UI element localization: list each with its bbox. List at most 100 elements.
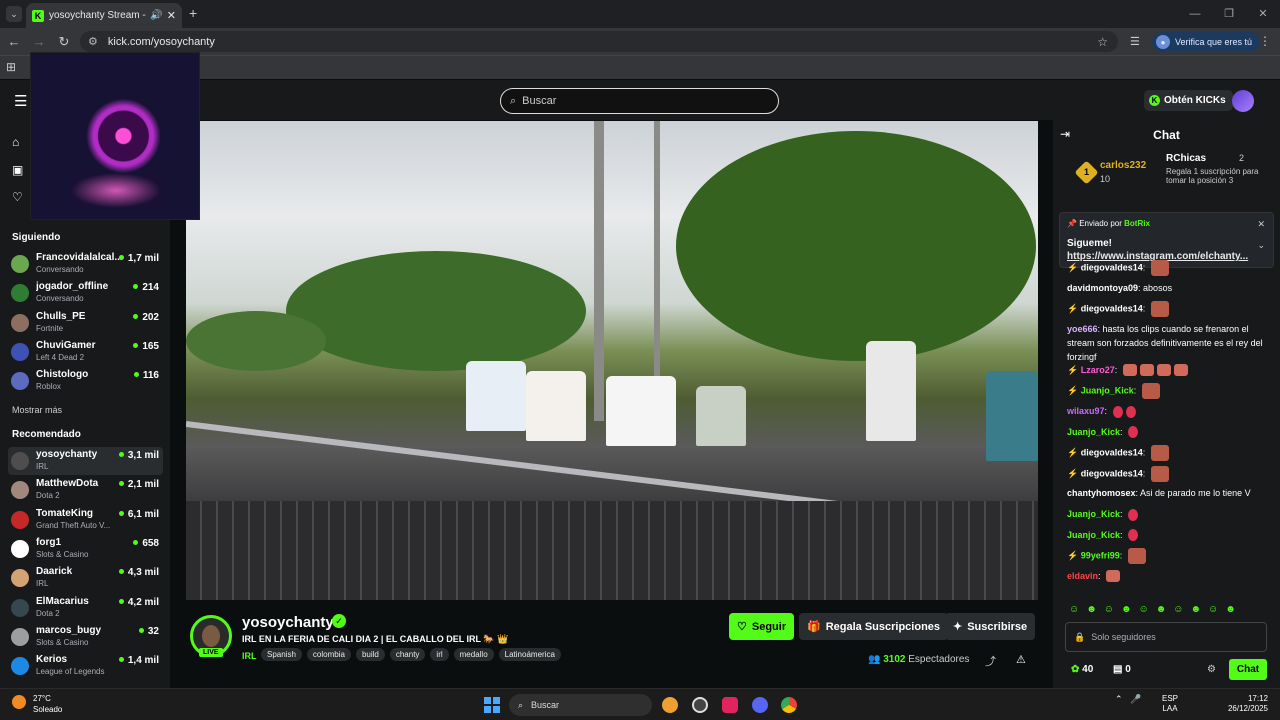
sidebar-channel-tomateking[interactable]: TomateKing Grand Theft Auto V... 6,1 mil (8, 506, 163, 534)
emote-icon[interactable]: ☻ (1190, 604, 1201, 615)
emote-icon[interactable]: ☻ (1156, 604, 1167, 615)
window-close-icon[interactable]: ✕ (1246, 0, 1280, 28)
chat-settings-icon[interactable]: ⚙ (1207, 664, 1216, 675)
stream-tag[interactable]: chanty (389, 648, 426, 661)
chat-username[interactable]: Lzaro27 (1081, 365, 1115, 375)
chat-username[interactable]: eldavin (1067, 571, 1098, 581)
chat-username[interactable]: 99yefri99 (1081, 551, 1120, 561)
sidebar-channel-yosoychanty[interactable]: yosoychanty IRL 3,1 mil (8, 447, 163, 475)
menu-hamburger-icon[interactable]: ☰ (14, 92, 27, 110)
chat-username[interactable]: davidmontoya09 (1067, 283, 1138, 293)
send-chat-button[interactable]: Chat (1229, 659, 1267, 680)
restore-icon[interactable]: ❐ (1212, 0, 1246, 28)
input-language[interactable]: ESP LAA (1162, 694, 1178, 714)
leader-username[interactable]: carlos232 (1100, 160, 1146, 171)
chat-username[interactable]: chantyhomosex (1067, 488, 1136, 498)
sidebar-channel-elmacarius[interactable]: ElMacarius Dota 2 4,2 mil (8, 594, 163, 622)
sidebar-channel-marcos-bugy[interactable]: marcos_bugy Slots & Casino 32 (8, 623, 163, 651)
tab-search-icon[interactable]: ⌄ (6, 6, 22, 22)
sidebar-channel-forg1[interactable]: forg1 Slots & Casino 658 (8, 535, 163, 563)
reading-list-icon[interactable]: ☰ (1130, 35, 1140, 48)
stream-tag[interactable]: Latinoámerica (498, 648, 561, 661)
audio-playing-icon[interactable]: 🔊 (150, 10, 162, 21)
expand-chevron-icon[interactable]: ⌄ (1257, 240, 1265, 251)
chrome-app-icon[interactable] (781, 697, 797, 713)
github-app-icon[interactable] (692, 697, 708, 713)
chat-username[interactable]: diegovaldes14 (1081, 262, 1143, 272)
bookmark-star-icon[interactable]: ☆ (1097, 35, 1108, 49)
emote-icon[interactable]: ☻ (1086, 604, 1097, 615)
emote-icon[interactable]: ☺ (1139, 604, 1149, 615)
sidebar-channel-chistologo[interactable]: Chistologo Roblox 116 (8, 367, 163, 395)
stream-tag[interactable]: build (355, 648, 385, 661)
sidebar-channel-francovidalalcal-[interactable]: Francovidalalcal... Conversando 1,7 mil (8, 250, 163, 278)
chat-username[interactable]: Juanjo_Kick (1067, 509, 1120, 519)
get-kicks-button[interactable]: K Obtén KICKs (1144, 90, 1233, 111)
follow-button[interactable]: ♡ Seguir (729, 613, 795, 640)
gifter-username[interactable]: RChicas (1166, 153, 1206, 164)
channel-points[interactable]: ✿ 40 (1071, 664, 1093, 675)
forward-icon[interactable]: → (28, 34, 50, 49)
chat-username[interactable]: wilaxu97 (1067, 406, 1105, 416)
browser-menu-icon[interactable]: ⋮ (1259, 34, 1271, 48)
tray-chevron-icon[interactable]: ⌃ 🎤 (1115, 694, 1141, 705)
reload-icon[interactable]: ↻ (53, 34, 75, 50)
verify-profile-button[interactable]: ● Verifica que eres tú (1152, 32, 1261, 52)
pocket-app-icon[interactable] (722, 697, 738, 713)
drops-counter[interactable]: ▤ 0 (1113, 664, 1131, 675)
tab-close-icon[interactable]: ✕ (167, 9, 176, 22)
apps-grid-icon[interactable]: ⊞ (6, 60, 16, 74)
following-heart-icon[interactable]: ♡ (12, 190, 23, 204)
chat-username[interactable]: diegovaldes14 (1081, 448, 1143, 458)
discord-app-icon[interactable] (752, 697, 768, 713)
chat-input[interactable]: 🔒 Solo seguidores (1065, 622, 1267, 652)
browser-tab[interactable]: K yosoychanty Stream - Watch Live on Kic… (26, 3, 182, 28)
system-clock[interactable]: 17:12 26/12/2025 (1222, 694, 1268, 714)
emote-icon[interactable]: ☺ (1069, 604, 1079, 615)
mini-player-thumbnail[interactable] (30, 52, 200, 220)
emote-icon[interactable]: ☻ (1121, 604, 1132, 615)
report-icon[interactable]: ⚠ (1016, 653, 1026, 666)
back-icon[interactable]: ← (3, 34, 25, 49)
emote-icon[interactable]: ☺ (1104, 604, 1114, 615)
search-input[interactable]: ⌕ Buscar (500, 88, 779, 114)
windows-start-icon[interactable] (484, 697, 500, 713)
new-tab-button[interactable]: + (189, 5, 197, 21)
chat-username[interactable]: yoe666 (1067, 324, 1098, 334)
emote-icon[interactable]: ☺ (1208, 604, 1218, 615)
chat-username[interactable]: Juanjo_Kick (1067, 427, 1120, 437)
user-avatar[interactable] (1232, 90, 1254, 112)
stream-category-link[interactable]: IRL (242, 651, 257, 661)
share-icon[interactable]: ⤴ (985, 653, 996, 669)
gift-subs-button[interactable]: 🎁 Regala Suscripciones (799, 613, 949, 640)
bot-name[interactable]: BotRix (1124, 219, 1150, 228)
stream-tag[interactable]: medallo (453, 648, 494, 661)
stream-tag[interactable]: irl (430, 648, 449, 661)
chat-username[interactable]: Juanjo_Kick (1081, 386, 1134, 396)
sidebar-channel-chuvigamer[interactable]: ChuviGamer Left 4 Dead 2 165 (8, 338, 163, 366)
subscribe-button[interactable]: ✦ Suscribirse (945, 613, 1036, 640)
sidebar-channel-jogador-offline[interactable]: jogador_offline Conversando 214 (8, 279, 163, 307)
minimize-icon[interactable]: — (1178, 0, 1212, 28)
stream-tag[interactable]: colombia (306, 648, 351, 661)
site-info-icon[interactable]: ⚙ (88, 35, 98, 48)
sidebar-channel-kerios[interactable]: Kerios League of Legends 1,4 mil (8, 652, 163, 680)
taskbar-search[interactable]: ⌕ Buscar (509, 694, 652, 716)
sidebar-channel-daarick[interactable]: Daarick IRL 4,3 mil (8, 564, 163, 592)
browse-icon[interactable]: ▣ (12, 163, 23, 177)
chat-username[interactable]: diegovaldes14 (1081, 468, 1143, 478)
sidebar-channel-matthewdota[interactable]: MatthewDota Dota 2 2,1 mil (8, 476, 163, 504)
channel-name[interactable]: yosoychanty (242, 614, 334, 631)
emote-icon[interactable]: ☻ (1225, 604, 1236, 615)
stream-tag[interactable]: Spanish (261, 648, 302, 661)
brave-app-icon[interactable] (662, 697, 678, 713)
chat-username[interactable]: Juanjo_Kick (1067, 530, 1120, 540)
video-player[interactable] (186, 121, 1038, 600)
unpin-icon[interactable]: ✕ (1257, 219, 1265, 230)
home-icon[interactable]: ⌂ (12, 135, 19, 149)
sidebar-channel-chulls-pe[interactable]: Chulls_PE Fortnite 202 (8, 309, 163, 337)
url-field[interactable]: ⚙ kick.com/yosoychanty ☆ (80, 31, 1118, 52)
show-more-link[interactable]: Mostrar más (12, 405, 62, 415)
chat-username[interactable]: diegovaldes14 (1081, 304, 1143, 314)
emote-icon[interactable]: ☺ (1173, 604, 1183, 615)
